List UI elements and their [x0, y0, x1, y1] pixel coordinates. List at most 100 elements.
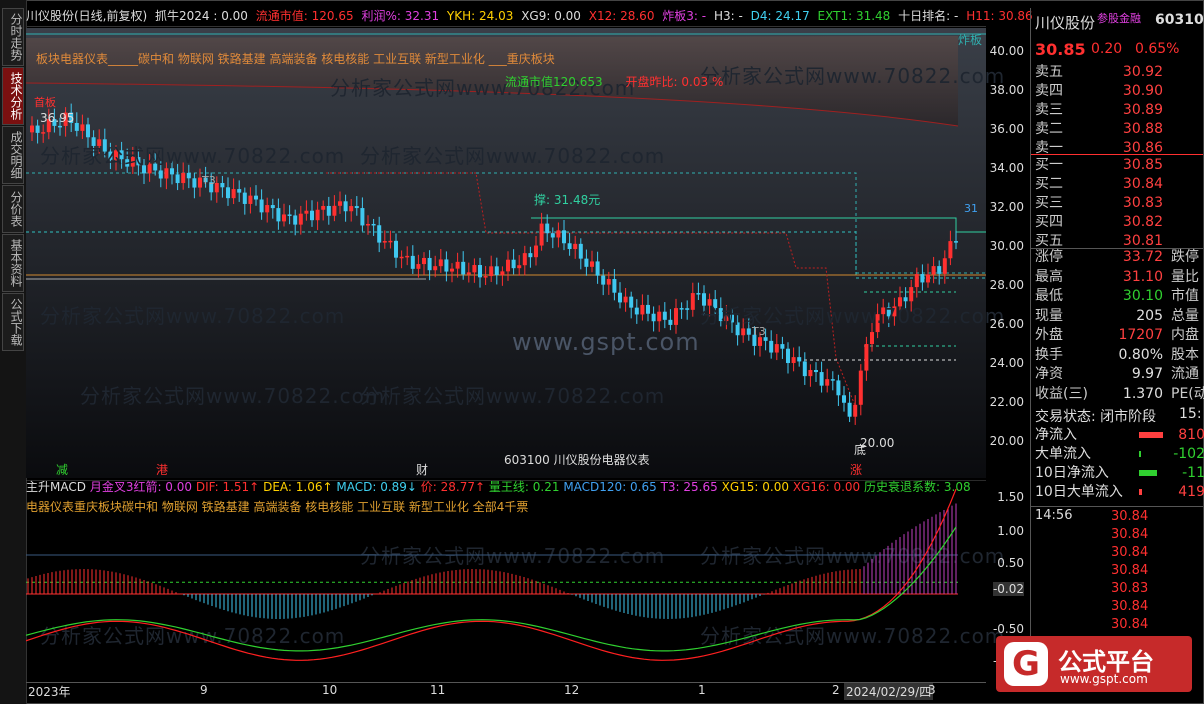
candle-body [618, 292, 622, 303]
candle-body [847, 402, 852, 417]
candle-body [696, 293, 701, 295]
candlestick-chart[interactable]: 炸板 首板 36.95 T3 T3 撑: 31.48元 20.00 底 31 6… [26, 28, 986, 478]
zhaban-readout: 炸板3: - [662, 9, 707, 23]
marker-zhang: 涨 [850, 462, 862, 477]
book-row[interactable]: 卖四 30.90 [1035, 82, 1201, 101]
book-row[interactable]: 卖三 30.89 [1035, 101, 1201, 120]
book-row[interactable]: 卖二 30.88 [1035, 120, 1201, 139]
candle-body [86, 124, 90, 138]
stat-row: 最低 30.10 市值 [1035, 287, 1201, 306]
tab-trades[interactable]: 成交明细 [2, 126, 24, 184]
book-label: 卖三 [1035, 102, 1063, 118]
float-value: 120.653 [553, 75, 603, 89]
book-row[interactable]: 卖五 30.92 [1035, 63, 1201, 82]
float-cap-readout: 流通市值: 120.65 [255, 9, 354, 23]
book-row[interactable]: 买一 30.85 [1035, 156, 1201, 175]
price-tick-label: 24.00 [989, 356, 1024, 370]
book-row[interactable]: 买三 30.83 [1035, 194, 1201, 213]
candle-body [735, 322, 740, 336]
stat-row: 现量 205 总量 [1035, 307, 1201, 326]
candle-body [242, 192, 247, 204]
flow-label: 10日大单流入 [1035, 484, 1123, 500]
book-price: 30.84 [1122, 176, 1163, 192]
tab-technical[interactable]: 技术分析 [2, 67, 24, 125]
candle-body [310, 210, 314, 221]
x12-readout: X12: 28.60 [588, 9, 655, 23]
trade-status: 交易状态: 闭市阶段 [1035, 409, 1157, 425]
tick-price: 30.83 [1111, 581, 1149, 596]
candle-body [707, 299, 712, 306]
flow-row: 大单流入 -102 [1035, 445, 1204, 464]
panel-change-pct: 0.65% [1135, 41, 1180, 57]
candle-body [321, 205, 326, 210]
candle-body [942, 258, 947, 274]
candle-body [220, 182, 225, 188]
stat-value: 205 [1136, 307, 1163, 324]
candle-body [192, 178, 197, 188]
candle-body [226, 187, 230, 199]
cursor-date: 2024/02/29/四 [844, 683, 934, 700]
candle-body [819, 372, 824, 386]
candle-body [623, 296, 628, 303]
candle-body [433, 266, 438, 271]
candle-body [629, 296, 634, 308]
sector-text: 板块电器仪表_____碳中和 物联网 铁路基建 高端装备 核电核能 工业互联 新… [36, 52, 555, 66]
candle-body [130, 157, 135, 167]
candle-body [808, 370, 813, 377]
candle-body [506, 259, 510, 272]
candle-body [562, 230, 566, 244]
candle-body [315, 209, 320, 221]
tab-intraday[interactable]: 分时走势 [2, 8, 24, 66]
macd-tick-label: 0.50 [997, 556, 1024, 570]
candle-body [416, 264, 421, 269]
macd-chart[interactable] [26, 480, 986, 682]
candle-body [410, 255, 415, 269]
candle-body [567, 243, 572, 250]
price-tick-label: 38.00 [989, 83, 1024, 97]
candle-body [181, 172, 186, 184]
book-label: 买三 [1035, 195, 1063, 211]
candle-body [528, 253, 533, 258]
book-price: 30.82 [1122, 214, 1163, 230]
book-row[interactable]: 买四 30.82 [1035, 213, 1201, 232]
candle-body [606, 279, 611, 285]
tab-formula-download[interactable]: 公式下载 [2, 293, 24, 351]
candle-body [881, 307, 886, 315]
flow-row: 净流入 810 [1035, 426, 1204, 445]
price-tick-label: 26.00 [989, 317, 1024, 331]
stat-label-2: 跌停 [1171, 249, 1199, 265]
marker-cai: 财 [416, 463, 428, 477]
stat-value: 33.72 [1122, 249, 1163, 265]
book-row[interactable]: 买二 30.84 [1035, 175, 1201, 194]
candle-body [713, 299, 718, 309]
candle-body [634, 307, 639, 315]
tick-row: 30.83 [1035, 580, 1201, 598]
header-divider [26, 26, 986, 27]
candle-body [780, 344, 785, 349]
tick-row: 30.84 [1035, 526, 1201, 544]
stat-label: 现量 [1035, 307, 1063, 324]
candle-body [360, 208, 365, 226]
candle-body [41, 132, 46, 134]
panel-badge[interactable]: 参股金融 [1097, 10, 1141, 26]
candle-body [287, 214, 292, 216]
tab-price-table[interactable]: 分价表 [2, 185, 24, 233]
candle-body [674, 308, 678, 325]
h11-readout: H11: 30.86 [966, 9, 1033, 23]
candle-body [573, 243, 578, 250]
flow-bar [1139, 470, 1157, 476]
tick-row: 30.84 [1035, 544, 1201, 562]
book-price: 30.83 [1122, 195, 1163, 211]
candle-body [254, 195, 258, 200]
candle-body [774, 344, 779, 353]
low-tag: 底 [854, 442, 866, 457]
tick-price: 30.84 [1111, 527, 1149, 542]
flow-label: 净流入 [1035, 427, 1077, 443]
tab-fundamentals[interactable]: 基本资料 [2, 234, 24, 292]
candle-body [875, 314, 880, 333]
open-change-label: 开盘昨比: [625, 75, 678, 89]
book-label: 买四 [1035, 214, 1063, 230]
candle-body [511, 259, 516, 269]
gspt-logo: G 公式平台 www.gspt.com [996, 636, 1192, 692]
candle-body [304, 210, 309, 214]
